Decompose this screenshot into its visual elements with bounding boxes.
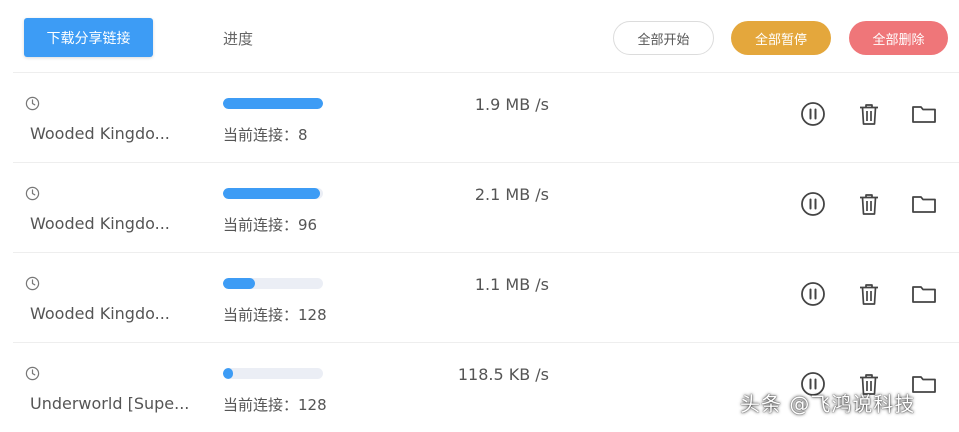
download-share-link-button[interactable]: 下载分享链接 (24, 18, 153, 57)
trash-icon[interactable] (855, 280, 883, 308)
folder-icon[interactable] (910, 190, 938, 218)
download-row: Wooded Kingdo... 当前连接：128 1.1 MB /s (13, 252, 959, 342)
download-speed: 118.5 KB /s (457, 365, 549, 384)
folder-icon[interactable] (910, 280, 938, 308)
progress-bar-fill (223, 368, 233, 379)
download-speed: 2.1 MB /s (474, 185, 549, 204)
watermark: 头条 @飞鸿说科技 (740, 392, 916, 416)
delete-all-button[interactable]: 全部删除 (849, 21, 948, 55)
file-name: Underworld [Supe... (30, 394, 190, 413)
progress-column-header: 进度 (223, 30, 254, 48)
progress-bar-fill (223, 278, 255, 289)
file-name: Wooded Kingdo... (30, 304, 170, 323)
file-name: Wooded Kingdo... (30, 214, 170, 233)
progress-bar (223, 188, 323, 199)
progress-bar (223, 278, 323, 289)
progress-bar-fill (223, 188, 320, 199)
pause-circle-icon[interactable] (799, 100, 827, 128)
download-speed: 1.1 MB /s (474, 275, 549, 294)
clock-icon (25, 366, 40, 381)
download-speed: 1.9 MB /s (474, 95, 549, 114)
clock-icon (25, 96, 40, 111)
folder-icon[interactable] (910, 100, 938, 128)
clock-icon (25, 186, 40, 201)
toolbar: 下载分享链接 进度 全部开始 全部暂停 全部删除 (0, 0, 959, 72)
download-row: Wooded Kingdo... 当前连接：8 1.9 MB /s (13, 72, 959, 162)
connection-count: 当前连接：128 (223, 306, 327, 324)
pause-all-button[interactable]: 全部暂停 (731, 21, 831, 55)
pause-circle-icon[interactable] (799, 190, 827, 218)
download-row: Wooded Kingdo... 当前连接：96 2.1 MB /s (13, 162, 959, 252)
progress-bar (223, 368, 323, 379)
download-row: Underworld [Supe... 当前连接：128 118.5 KB /s (13, 342, 959, 432)
progress-bar (223, 98, 323, 109)
trash-icon[interactable] (855, 190, 883, 218)
progress-bar-fill (223, 98, 323, 109)
clock-icon (25, 276, 40, 291)
connection-count: 当前连接：96 (223, 216, 318, 234)
trash-icon[interactable] (855, 100, 883, 128)
file-name: Wooded Kingdo... (30, 124, 170, 143)
pause-circle-icon[interactable] (799, 280, 827, 308)
connection-count: 当前连接：128 (223, 396, 327, 414)
download-list: Wooded Kingdo... 当前连接：8 1.9 MB /s Wooded… (13, 72, 959, 432)
connection-count: 当前连接：8 (223, 126, 308, 144)
start-all-button[interactable]: 全部开始 (613, 21, 714, 55)
